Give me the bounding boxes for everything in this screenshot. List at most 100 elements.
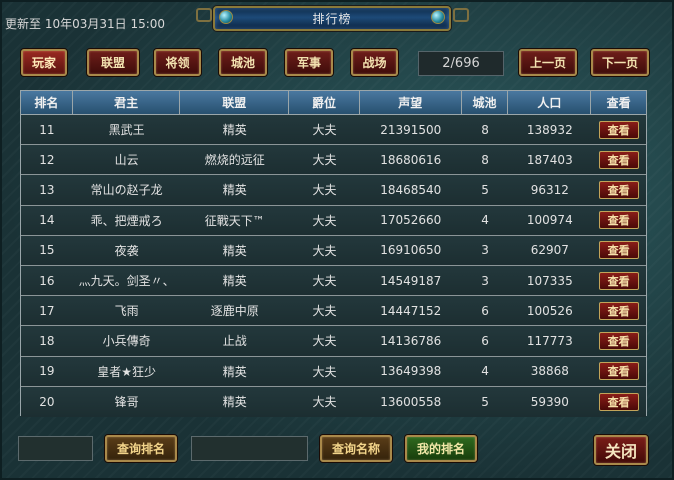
cell-alliance: 精英 bbox=[222, 183, 247, 198]
cell-prestige: 18468540 bbox=[380, 182, 442, 197]
cell-view: 查看 bbox=[591, 145, 646, 174]
view-button[interactable]: 查看 bbox=[598, 120, 639, 139]
cell-population: 38868 bbox=[530, 364, 569, 379]
name-search-input[interactable] bbox=[191, 436, 308, 461]
column-header-population: 人口 bbox=[508, 91, 592, 115]
cell-cities: 8 bbox=[481, 122, 489, 137]
view-button[interactable]: 查看 bbox=[598, 150, 639, 169]
tab-military[interactable]: 军事 bbox=[285, 49, 333, 76]
cell-population: 100974 bbox=[526, 213, 573, 228]
cell-alliance: 止战 bbox=[222, 334, 247, 349]
table-row: 18 小兵傳奇 止战 大夫 14136786 6 117773 查看 bbox=[21, 326, 646, 357]
cell-cities: 4 bbox=[481, 213, 489, 228]
table-row: 15 夜袭 精英 大夫 16910650 3 62907 查看 bbox=[21, 235, 646, 266]
cell-view: 查看 bbox=[591, 236, 646, 265]
cell-prestige: 18680616 bbox=[380, 152, 442, 167]
column-header-title: 爵位 bbox=[289, 91, 360, 115]
cell-alliance: 精英 bbox=[222, 243, 247, 258]
title-ornament-left bbox=[196, 8, 212, 22]
tab-battlefield[interactable]: 战场 bbox=[351, 49, 398, 76]
cell-alliance: 征戰天下™ bbox=[204, 213, 265, 228]
ranking-table: 排名 君主 联盟 爵位 声望 城池 人口 查看 11 黑武王 精英 大夫 213… bbox=[20, 90, 647, 417]
table-row: 16 灬九天。剑圣〃、 精英 大夫 14549187 3 107335 查看 bbox=[21, 265, 646, 297]
view-button[interactable]: 查看 bbox=[598, 180, 639, 199]
query-rank-button[interactable]: 查询排名 bbox=[105, 435, 177, 462]
table-row: 17 飞雨 逐鹿中原 大夫 14447152 6 100526 查看 bbox=[21, 296, 646, 327]
cell-lord: 皇者★狂少 bbox=[97, 364, 157, 379]
column-header-lord: 君主 bbox=[72, 91, 181, 115]
cell-lord: 飞雨 bbox=[114, 304, 139, 319]
cell-prestige: 14136786 bbox=[380, 333, 442, 348]
view-button[interactable]: 查看 bbox=[598, 392, 639, 411]
cell-cities: 5 bbox=[481, 394, 489, 409]
table-row: 11 黑武王 精英 大夫 21391500 8 138932 查看 bbox=[21, 115, 646, 146]
cell-view: 查看 bbox=[591, 296, 646, 325]
cell-prestige: 17052660 bbox=[380, 213, 442, 228]
cell-lord: 灬九天。剑圣〃、 bbox=[78, 274, 175, 289]
cell-lord: 夜袭 bbox=[114, 243, 139, 258]
prev-page-button[interactable]: 上一页 bbox=[519, 49, 577, 76]
cell-rank: 19 bbox=[39, 364, 55, 379]
cell-title: 大夫 bbox=[312, 395, 337, 410]
cell-population: 62907 bbox=[530, 243, 569, 258]
column-header-view: 查看 bbox=[591, 91, 647, 115]
view-button[interactable]: 查看 bbox=[598, 301, 639, 320]
cell-title: 大夫 bbox=[312, 213, 337, 228]
cell-title: 大夫 bbox=[312, 274, 337, 289]
cell-prestige: 21391500 bbox=[380, 122, 442, 137]
title-plate: 排行榜 bbox=[213, 6, 451, 31]
cell-lord: 山云 bbox=[114, 153, 139, 168]
tab-cities[interactable]: 城池 bbox=[219, 49, 267, 76]
table-row: 13 常山の赵子龙 精英 大夫 18468540 5 96312 查看 bbox=[21, 175, 646, 206]
query-name-button[interactable]: 查询名称 bbox=[320, 435, 392, 462]
rank-search-input[interactable] bbox=[18, 436, 93, 461]
cell-alliance: 精英 bbox=[222, 395, 247, 410]
cell-view: 查看 bbox=[591, 175, 646, 204]
window-title: 排行榜 bbox=[312, 12, 352, 26]
cell-view: 查看 bbox=[591, 326, 646, 355]
cell-rank: 15 bbox=[39, 243, 55, 258]
cell-population: 107335 bbox=[526, 273, 573, 288]
cell-view: 查看 bbox=[591, 206, 646, 235]
cell-alliance: 燃烧的远征 bbox=[204, 153, 265, 168]
view-button[interactable]: 查看 bbox=[598, 362, 639, 381]
tab-alliances[interactable]: 联盟 bbox=[87, 49, 139, 76]
cell-title: 大夫 bbox=[312, 243, 337, 258]
cell-cities: 3 bbox=[481, 273, 489, 288]
cell-alliance: 精英 bbox=[222, 364, 247, 379]
view-button[interactable]: 查看 bbox=[598, 211, 639, 230]
cell-population: 138932 bbox=[526, 122, 573, 137]
cell-lord: 小兵傳奇 bbox=[102, 334, 151, 349]
cell-rank: 12 bbox=[39, 152, 55, 167]
tab-generals[interactable]: 将领 bbox=[154, 49, 201, 76]
view-button[interactable]: 查看 bbox=[598, 331, 639, 350]
cell-lord: 锋哥 bbox=[114, 395, 139, 410]
table-row: 19 皇者★狂少 精英 大夫 13649398 4 38868 查看 bbox=[21, 356, 646, 387]
view-button[interactable]: 查看 bbox=[598, 241, 639, 260]
cell-rank: 20 bbox=[39, 394, 55, 409]
cell-alliance: 逐鹿中原 bbox=[210, 304, 259, 319]
cell-rank: 17 bbox=[39, 303, 55, 318]
cell-title: 大夫 bbox=[312, 364, 337, 379]
my-rank-button[interactable]: 我的排名 bbox=[405, 435, 477, 462]
cell-lord: 黑武王 bbox=[108, 123, 145, 138]
column-header-cities: 城池 bbox=[461, 91, 509, 115]
cell-prestige: 14447152 bbox=[380, 303, 442, 318]
column-header-rank: 排名 bbox=[21, 91, 73, 115]
tab-players[interactable]: 玩家 bbox=[21, 49, 67, 76]
column-header-prestige: 声望 bbox=[359, 91, 462, 115]
cell-view: 查看 bbox=[591, 266, 646, 295]
cell-population: 59390 bbox=[530, 394, 569, 409]
cell-title: 大夫 bbox=[312, 183, 337, 198]
cell-prestige: 16910650 bbox=[380, 243, 442, 258]
cell-population: 100526 bbox=[526, 303, 573, 318]
next-page-button[interactable]: 下一页 bbox=[591, 49, 649, 76]
cell-prestige: 13600558 bbox=[380, 394, 442, 409]
gem-icon bbox=[431, 10, 445, 24]
cell-cities: 8 bbox=[481, 152, 489, 167]
close-button[interactable]: 关闭 bbox=[594, 435, 648, 465]
cell-population: 187403 bbox=[526, 152, 573, 167]
column-header-alliance: 联盟 bbox=[180, 91, 290, 115]
view-button[interactable]: 查看 bbox=[598, 271, 639, 290]
cell-title: 大夫 bbox=[312, 334, 337, 349]
